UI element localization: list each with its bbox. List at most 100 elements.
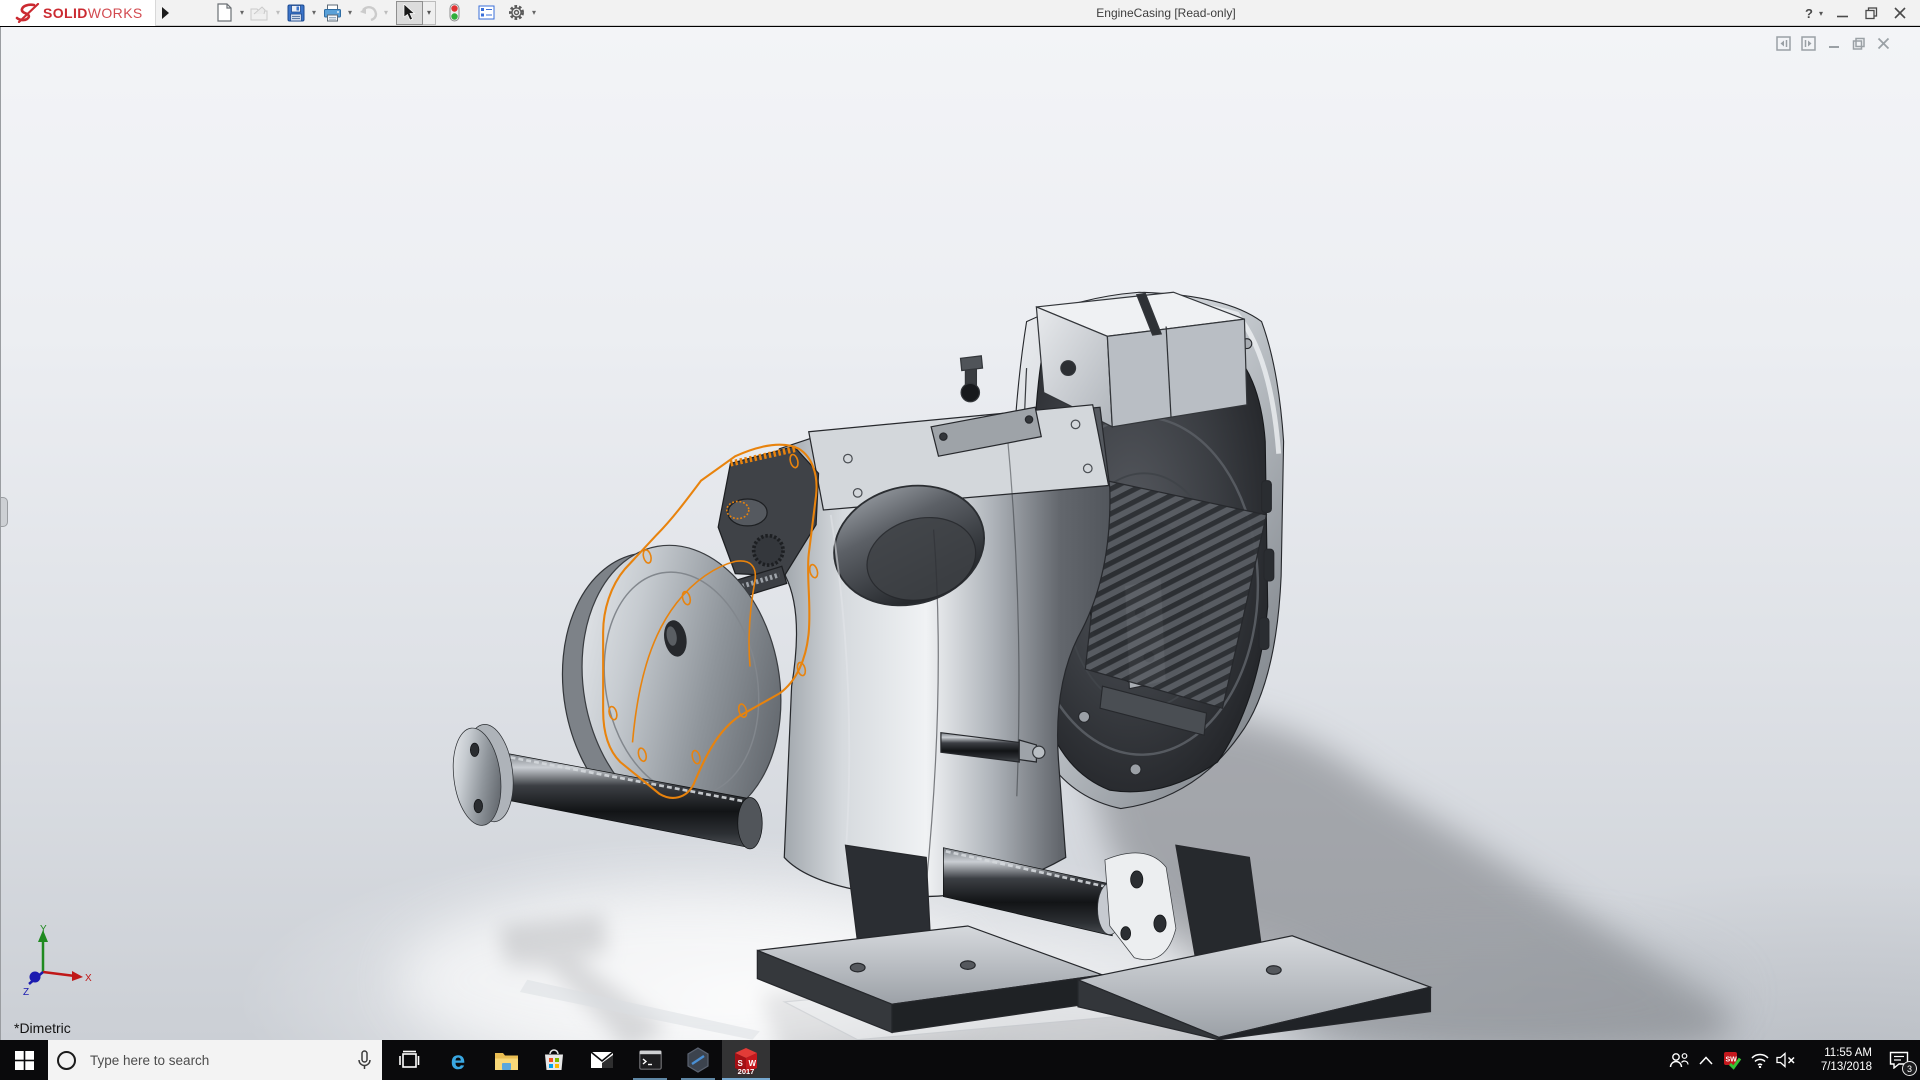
store-icon	[545, 1049, 563, 1070]
command-prompt-icon	[638, 1050, 662, 1070]
notification-badge: 3	[1902, 1061, 1917, 1076]
people-icon	[1669, 1052, 1689, 1067]
hexagon-app-icon	[687, 1047, 709, 1073]
people-button[interactable]	[1665, 1040, 1692, 1080]
help-button[interactable]: ?	[1802, 3, 1816, 23]
file-explorer-icon	[494, 1052, 518, 1070]
pane-right-icon	[1801, 36, 1816, 51]
tray-overflow-button[interactable]	[1692, 1040, 1719, 1080]
document-window-controls	[1775, 35, 1892, 52]
volume-muted-icon	[1776, 1052, 1795, 1068]
save-button[interactable]	[284, 1, 308, 25]
wifi-icon	[1750, 1053, 1769, 1068]
edge-icon: e	[450, 1045, 466, 1075]
select-tool-group: ▾	[396, 0, 436, 25]
taskbar-search-input[interactable]: Type here to search	[48, 1040, 382, 1080]
restore-button[interactable]	[1861, 3, 1881, 23]
mail-icon	[590, 1051, 614, 1068]
print-icon	[323, 4, 341, 21]
options-button[interactable]	[504, 1, 528, 25]
undo-dropdown-caret[interactable]: ▾	[380, 8, 392, 17]
solidworks-app-button[interactable]: S W 2017	[722, 1040, 770, 1080]
open-icon	[250, 5, 268, 20]
select-tool-button[interactable]	[396, 0, 423, 25]
undo-button[interactable]	[356, 1, 380, 25]
open-button[interactable]	[248, 1, 272, 25]
hexagon-app-button[interactable]	[674, 1040, 722, 1080]
main-toolbar: ▾ ▾ ▾ ▾ ▾ ▾ ▾	[212, 0, 540, 26]
start-button[interactable]	[0, 1040, 48, 1080]
panel-splitter-handle[interactable]	[1, 497, 8, 527]
minimize-icon	[1836, 15, 1848, 17]
orientation-triad: Y X Z	[17, 924, 95, 998]
flyout-arrow-icon	[161, 6, 169, 19]
doc-close-button[interactable]	[1875, 35, 1892, 52]
doc-close-icon	[1877, 37, 1890, 50]
clock[interactable]: 11:55 AM 7/13/2018	[1804, 1046, 1872, 1074]
system-tray: SW 11:55 AM 7/13/2018 3	[1665, 1040, 1920, 1080]
doc-restore-icon	[1852, 37, 1865, 50]
select-dropdown-caret[interactable]: ▾	[423, 0, 436, 25]
svg-text:Y: Y	[40, 924, 47, 935]
edge-button[interactable]: e	[434, 1040, 482, 1080]
print-button[interactable]	[320, 1, 344, 25]
solidworks-logo-icon	[15, 2, 40, 23]
restore-icon	[1864, 6, 1877, 19]
solidworks-logo: SOLIDWORKS	[0, 0, 156, 26]
windows-taskbar: Type here to search e S W 2017 SW 11:55 …	[0, 1040, 1920, 1080]
solidworks-check-icon: SW	[1724, 1051, 1742, 1070]
pane-right-button[interactable]	[1800, 35, 1817, 52]
save-dropdown-caret[interactable]: ▾	[308, 8, 320, 17]
doc-minimize-icon	[1828, 45, 1839, 48]
rebuild-traffic-light-icon	[449, 3, 459, 22]
options-gear-icon	[508, 5, 524, 20]
solidworks-monitor-tray[interactable]: SW	[1719, 1040, 1746, 1080]
doc-minimize-button[interactable]	[1825, 35, 1842, 52]
action-center-button[interactable]: 3	[1878, 1040, 1920, 1080]
new-dropdown-caret[interactable]: ▾	[236, 8, 248, 17]
properties-list-icon	[478, 5, 494, 20]
clock-date: 7/13/2018	[1820, 1061, 1872, 1073]
microsoft-store-button[interactable]	[530, 1040, 578, 1080]
file-properties-button[interactable]	[474, 1, 498, 25]
window-controls: ? ▾	[1802, 0, 1910, 26]
close-icon	[1894, 7, 1906, 19]
chevron-up-icon	[1698, 1055, 1713, 1065]
top-box	[959, 291, 1248, 428]
volume-button[interactable]	[1773, 1040, 1800, 1080]
print-dropdown-caret[interactable]: ▾	[344, 8, 356, 17]
help-dropdown-caret[interactable]: ▾	[1819, 9, 1823, 18]
close-button[interactable]	[1890, 3, 1910, 23]
command-prompt-button[interactable]	[626, 1040, 674, 1080]
menu-flyout-button[interactable]	[156, 0, 174, 26]
select-cursor-icon	[403, 4, 416, 21]
file-explorer-button[interactable]	[482, 1040, 530, 1080]
rebuild-button[interactable]	[442, 1, 466, 25]
search-placeholder: Type here to search	[90, 1052, 210, 1068]
taskbar-apps: e S W 2017	[386, 1040, 770, 1080]
mail-button[interactable]	[578, 1040, 626, 1080]
pane-left-button[interactable]	[1775, 35, 1792, 52]
graphics-area[interactable]: Y X Z *Dimetric	[0, 27, 1920, 1040]
title-bar: SOLIDWORKS ▾ ▾ ▾ ▾ ▾ ▾ ▾ EngineCasing [R…	[0, 0, 1920, 26]
new-document-icon	[216, 3, 232, 22]
minimize-button[interactable]	[1832, 3, 1852, 23]
solidworks-year-label: 2017	[737, 1067, 755, 1076]
doc-restore-button[interactable]	[1850, 35, 1867, 52]
open-dropdown-caret[interactable]: ▾	[272, 8, 284, 17]
svg-text:X: X	[85, 973, 92, 984]
microphone-icon[interactable]	[357, 1049, 372, 1071]
triad-axes-icon: Y X Z	[23, 924, 92, 998]
pane-left-icon	[1776, 36, 1791, 51]
engine-casing-model[interactable]	[1, 27, 1920, 1040]
svg-text:Z: Z	[23, 987, 29, 996]
task-view-icon	[399, 1050, 420, 1068]
task-view-button[interactable]	[386, 1040, 434, 1080]
clock-time: 11:55 AM	[1824, 1047, 1872, 1059]
save-icon	[287, 4, 305, 21]
new-document-button[interactable]	[212, 1, 236, 25]
brand-text: SOLIDWORKS	[43, 4, 143, 21]
options-dropdown-caret[interactable]: ▾	[528, 8, 540, 17]
solidworks-app-icon: S W 2017	[731, 1045, 761, 1076]
network-button[interactable]	[1746, 1040, 1773, 1080]
